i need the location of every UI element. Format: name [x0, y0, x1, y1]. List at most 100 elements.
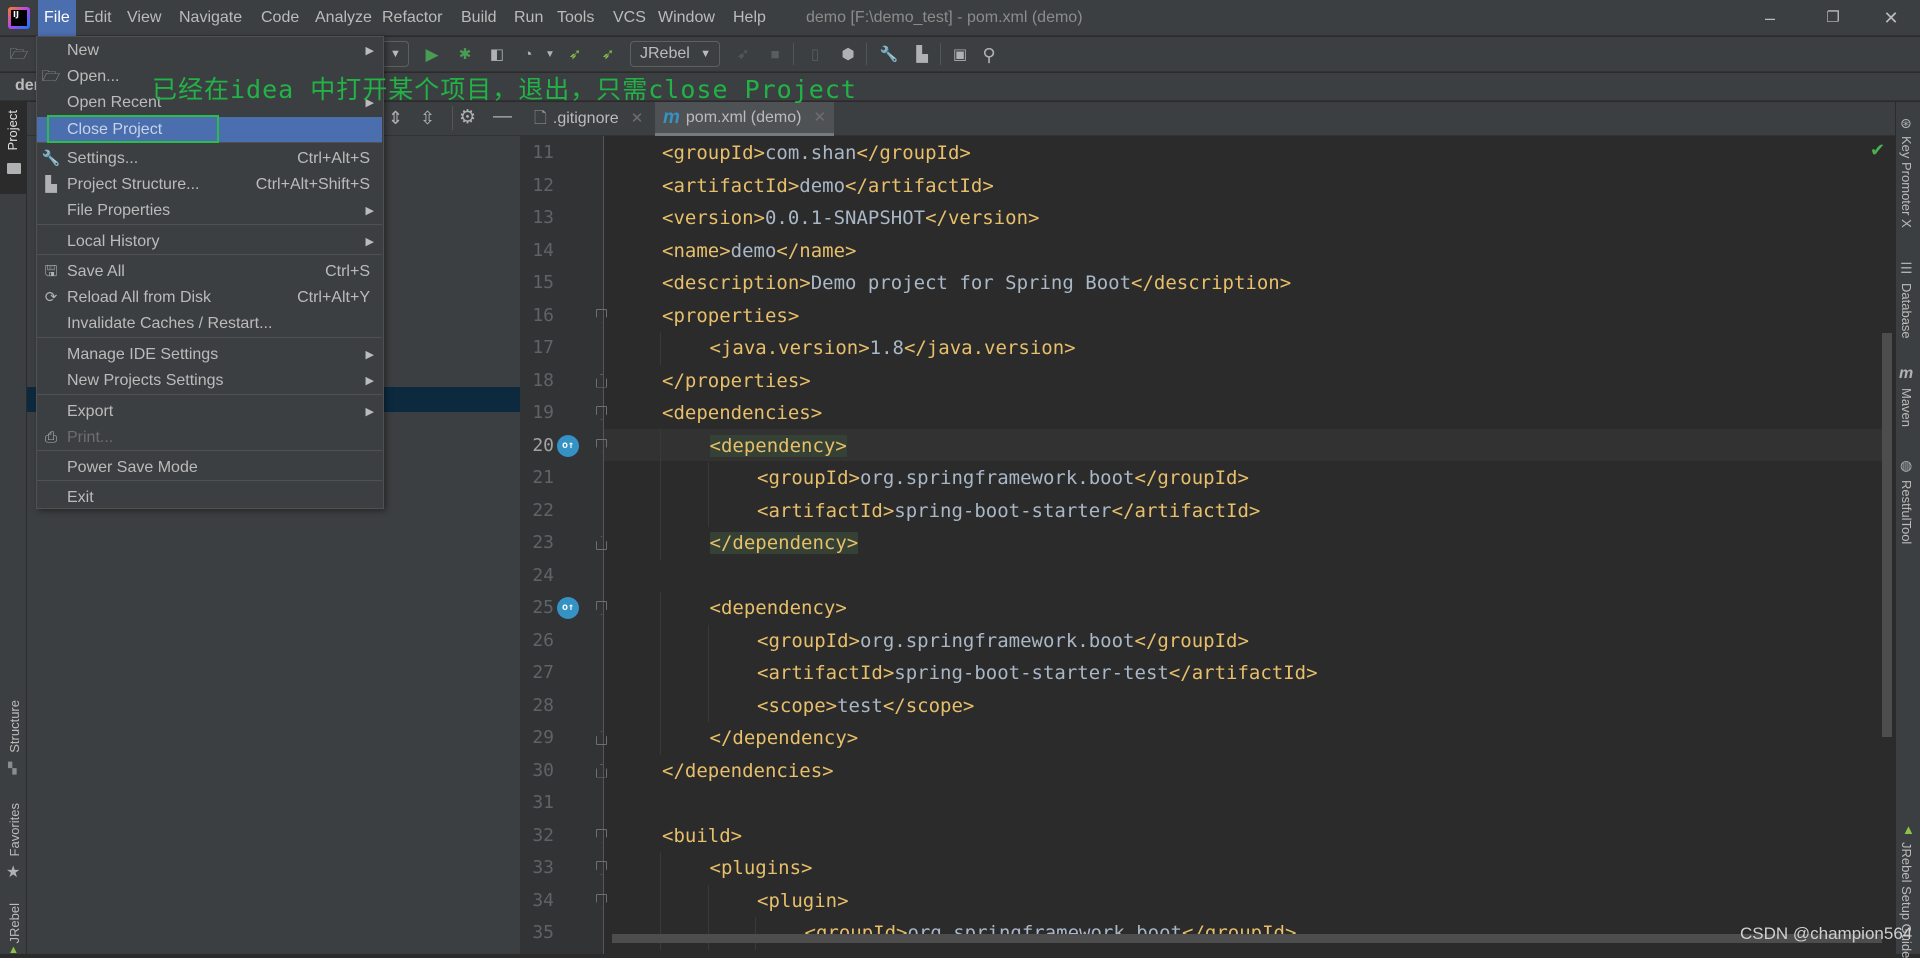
menu-item-local-history[interactable]: Local History ▶: [37, 229, 382, 255]
code-line[interactable]: 22 <artifactId>spring-boot-starter</artif…: [520, 494, 1880, 527]
code-line[interactable]: 32 <build>: [520, 820, 1880, 853]
debug-icon[interactable]: ✱: [455, 45, 475, 65]
tool-window-project-label[interactable]: Project: [5, 110, 20, 150]
jrebel-debug-icon[interactable]: ➶: [598, 45, 618, 65]
code-line[interactable]: 29 </dependency>: [520, 722, 1880, 755]
menu-navigate[interactable]: Navigate: [173, 0, 248, 36]
fold-marker-icon[interactable]: [596, 828, 607, 843]
code-line[interactable]: 18 </properties>: [520, 365, 1880, 398]
menu-item-invalidate-caches-restart[interactable]: Invalidate Caches / Restart...: [37, 311, 382, 337]
tab-gitignore[interactable]: 🗋 .gitignore ✕: [526, 102, 651, 136]
search-icon[interactable]: ⚲: [979, 45, 999, 65]
code-line[interactable]: 24: [520, 560, 1880, 593]
maven-dependency-gutter-icon[interactable]: o↑: [557, 597, 579, 619]
minimize-button[interactable]: –: [1747, 0, 1793, 36]
line-number: 32: [532, 824, 554, 846]
tool-window-structure-label[interactable]: Structure: [7, 700, 22, 753]
collapse-all-icon[interactable]: ⇳: [420, 108, 435, 129]
menu-item-export[interactable]: Export ▶: [37, 399, 382, 425]
tool-window-database[interactable]: Database: [1899, 283, 1914, 339]
tool-window-maven[interactable]: Maven: [1899, 388, 1914, 427]
fold-marker-icon[interactable]: [596, 861, 607, 875]
code-line[interactable]: 14 <name>demo</name>: [520, 235, 1880, 268]
fold-marker-icon[interactable]: [596, 438, 607, 453]
menu-tools[interactable]: Tools: [551, 0, 600, 36]
menu-analyze[interactable]: Analyze: [309, 0, 378, 36]
menu-item-save-all[interactable]: 🖫 Save All Ctrl+S: [37, 259, 382, 285]
menu-item-new-projects-settings[interactable]: New Projects Settings ▶: [37, 368, 382, 394]
menu-item-file-properties[interactable]: File Properties ▶: [37, 198, 382, 224]
fold-marker-icon[interactable]: [596, 406, 607, 420]
tool-window-restfultool[interactable]: RestfulTool: [1899, 480, 1914, 544]
project-structure-icon[interactable]: ▙: [912, 45, 932, 65]
menu-item-manage-ide-settings[interactable]: Manage IDE Settings ▶: [37, 342, 382, 368]
no-problems-check-icon[interactable]: ✔: [1870, 140, 1885, 161]
code-line[interactable]: 21 <groupId>org.springframework.boot</gro…: [520, 462, 1880, 495]
menu-run[interactable]: Run: [508, 0, 549, 36]
code-line[interactable]: 13 <version>0.0.1-SNAPSHOT</version>: [520, 202, 1880, 235]
fold-marker-icon[interactable]: [596, 536, 607, 550]
code-line[interactable]: 33 <plugins>: [520, 852, 1880, 885]
gear-icon[interactable]: ⚙: [459, 106, 476, 129]
fold-marker-icon[interactable]: [596, 763, 607, 778]
code-line[interactable]: 20 o↑ <dependency>: [520, 429, 1880, 462]
fold-marker-icon[interactable]: [596, 373, 607, 388]
terminal-icon[interactable]: ▣: [950, 45, 970, 65]
menu-item-exit[interactable]: Exit: [37, 485, 382, 511]
code-line[interactable]: 19 <dependencies>: [520, 397, 1880, 430]
menu-code[interactable]: Code: [255, 0, 305, 36]
fold-marker-icon[interactable]: [596, 893, 607, 908]
run-configuration-select[interactable]: JRebel ▼: [630, 41, 720, 67]
menu-vcs[interactable]: VCS: [607, 0, 652, 36]
code-line[interactable]: 26 <groupId>org.springframework.boot</gro…: [520, 624, 1880, 657]
tool-window-jrebel-label[interactable]: JRebel: [7, 903, 22, 943]
build-artifacts-icon[interactable]: ⬢: [838, 45, 858, 65]
close-window-button[interactable]: ✕: [1868, 0, 1914, 36]
coverage-icon[interactable]: ◧: [487, 45, 507, 65]
horizontal-scrollbar[interactable]: [612, 934, 1882, 943]
restore-button[interactable]: ❐: [1810, 0, 1856, 36]
maven-dependency-gutter-icon[interactable]: o↑: [557, 434, 579, 457]
code-line[interactable]: 28 <scope>test</scope>: [520, 689, 1880, 722]
code-line[interactable]: 25 o↑ <dependency>: [520, 592, 1880, 625]
open-folder-icon[interactable]: 🗁: [9, 45, 29, 65]
expand-all-icon[interactable]: ⇕: [388, 108, 403, 129]
tab-pom-xml[interactable]: m pom.xml (demo) ✕: [655, 102, 835, 136]
code-line[interactable]: 34 <plugin>: [520, 884, 1880, 917]
code-line[interactable]: 27 <artifactId>spring-boot-starter-test</…: [520, 657, 1880, 690]
fold-marker-icon[interactable]: [596, 308, 607, 323]
menu-item-reload-all-from-disk[interactable]: ⟳ Reload All from Disk Ctrl+Alt+Y: [37, 285, 382, 311]
menu-item-settings[interactable]: 🔧 Settings... Ctrl+Alt+S: [37, 146, 382, 172]
close-tab-icon[interactable]: ✕: [631, 102, 644, 136]
menu-help[interactable]: Help: [727, 0, 772, 36]
code-line[interactable]: 11 <groupId>com.shan</groupId>: [520, 137, 1880, 170]
menu-item-power-save-mode[interactable]: Power Save Mode: [37, 455, 382, 481]
menu-file[interactable]: File: [38, 0, 76, 36]
vertical-scrollbar[interactable]: [1882, 333, 1892, 737]
menu-refactor[interactable]: Refactor: [376, 0, 448, 36]
code-line[interactable]: 15 <description>Demo project for Spring B…: [520, 267, 1880, 300]
tool-window-key-promoter-x[interactable]: Key Promoter X: [1899, 136, 1914, 228]
menu-edit[interactable]: Edit: [78, 0, 118, 36]
menu-view[interactable]: View: [121, 0, 167, 36]
code-line[interactable]: 30 </dependencies>: [520, 755, 1880, 788]
run-config-dropdown-arrow[interactable]: ▼: [383, 41, 409, 67]
code-line[interactable]: 23 </dependency>: [520, 527, 1880, 560]
wrench-settings-icon[interactable]: 🔧: [879, 45, 899, 65]
hide-panel-icon[interactable]: —: [493, 106, 512, 128]
profile-icon[interactable]: ◔: [518, 45, 538, 65]
tool-window-favorites-label[interactable]: Favorites: [7, 803, 22, 856]
profile-dropdown-icon[interactable]: ▼: [540, 45, 560, 65]
jrebel-run-icon[interactable]: ➶: [565, 45, 585, 65]
menu-build[interactable]: Build: [455, 0, 503, 36]
menu-window[interactable]: Window: [652, 0, 721, 36]
fold-marker-icon[interactable]: [596, 731, 607, 745]
code-line[interactable]: 17 <java.version>1.8</java.version>: [520, 332, 1880, 365]
code-line[interactable]: 31: [520, 787, 1880, 820]
run-icon[interactable]: ▶: [422, 45, 442, 65]
menu-item-new[interactable]: New ▶: [37, 38, 382, 64]
code-line[interactable]: 16 <properties>: [520, 300, 1880, 333]
code-line[interactable]: 12 <artifactId>demo</artifactId>: [520, 170, 1880, 203]
fold-marker-icon[interactable]: [596, 601, 607, 615]
menu-item-project-structure[interactable]: ▙ Project Structure... Ctrl+Alt+Shift+S: [37, 172, 382, 198]
